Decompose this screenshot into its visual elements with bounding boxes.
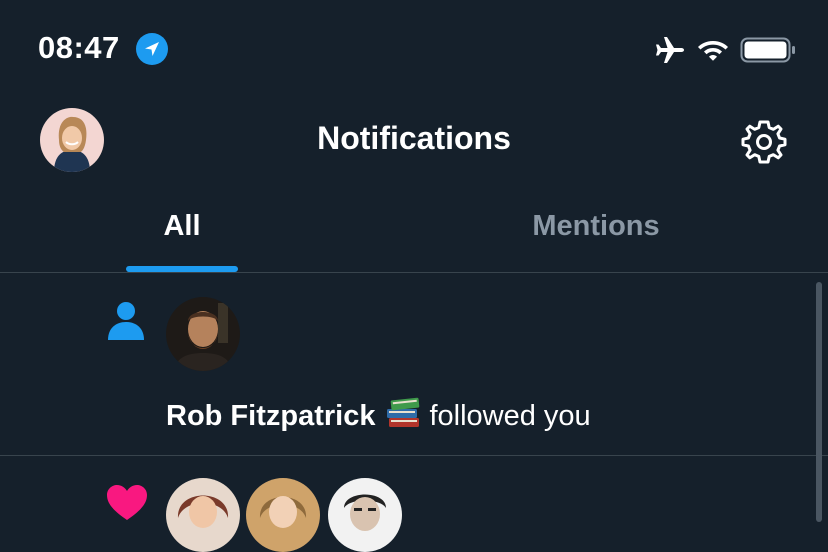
wifi-icon — [698, 41, 728, 61]
notification-tabs: All Mentions — [0, 190, 828, 272]
liker-avatar[interactable] — [328, 478, 402, 552]
airplane-icon — [656, 37, 684, 63]
location-arrow-icon — [136, 33, 168, 65]
status-bar: 08:47 — [0, 0, 828, 100]
follow-notification-text[interactable]: Rob Fitzpatrick followed you — [166, 394, 591, 433]
liker-avatar[interactable] — [246, 478, 320, 552]
tab-all[interactable]: All — [126, 210, 238, 243]
heart-icon — [107, 485, 147, 520]
tab-mentions[interactable]: Mentions — [500, 210, 692, 243]
person-icon — [108, 302, 144, 340]
gear-icon[interactable] — [741, 119, 787, 165]
page-title: Notifications — [317, 120, 511, 156]
scrollbar[interactable] — [816, 282, 822, 522]
follower-avatar-image — [166, 297, 240, 371]
liker-avatar-image — [328, 478, 402, 552]
liker-avatar-image — [246, 478, 320, 552]
follow-action-text: followed you — [429, 400, 591, 432]
battery-icon — [740, 37, 795, 63]
tabs-divider — [0, 272, 828, 273]
liker-avatar[interactable] — [166, 478, 240, 552]
liker-avatar-image — [166, 478, 240, 552]
books-emoji-icon — [387, 397, 420, 427]
follower-avatar[interactable] — [166, 297, 240, 371]
notification-divider — [0, 455, 828, 456]
follower-name[interactable]: Rob Fitzpatrick — [166, 400, 375, 432]
status-time: 08:47 — [38, 30, 120, 65]
